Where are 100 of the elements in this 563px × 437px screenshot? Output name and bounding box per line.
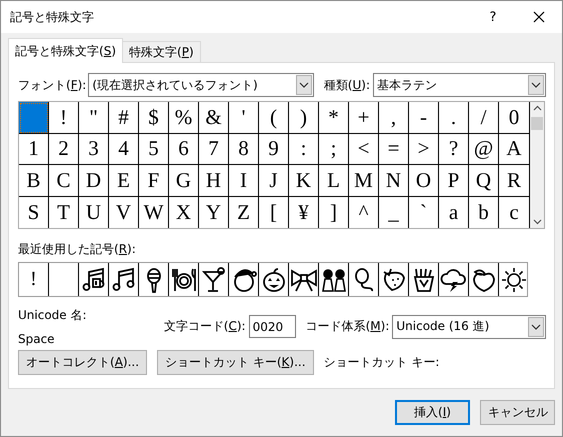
code-system-dropdown[interactable]: Unicode (16 進) <box>392 314 546 338</box>
symbol-cell[interactable]: 6 <box>169 134 199 165</box>
recent-symbol-cell[interactable] <box>169 263 199 296</box>
action-button[interactable]: オートコレクト(A)... <box>18 350 148 375</box>
symbol-cell[interactable]: % <box>169 102 199 134</box>
symbol-cell[interactable]: c <box>499 196 529 228</box>
recent-symbol-cell[interactable]: ! <box>19 263 49 296</box>
symbol-cell[interactable]: ; <box>319 134 349 165</box>
action-button[interactable]: ショートカット キー(K)... <box>157 350 314 375</box>
symbol-cell[interactable]: ( <box>259 102 289 134</box>
symbol-cell[interactable]: _ <box>379 196 409 228</box>
symbol-cell[interactable]: U <box>79 196 109 228</box>
dropdown-button[interactable] <box>296 75 312 95</box>
recent-symbol-cell[interactable] <box>199 263 229 296</box>
symbol-cell[interactable]: ? <box>439 134 469 165</box>
symbol-cell[interactable]: S <box>19 196 49 228</box>
dialog-button[interactable]: キャンセル <box>480 400 555 425</box>
symbol-cell[interactable]: X <box>169 196 199 228</box>
symbol-cell[interactable]: ` <box>409 196 439 228</box>
scrollbar[interactable] <box>530 102 544 228</box>
symbol-cell[interactable]: . <box>439 102 469 134</box>
symbol-cell[interactable]: - <box>409 102 439 134</box>
symbol-cell[interactable]: R <box>499 165 529 196</box>
strawberry-icon <box>380 266 406 292</box>
tab[interactable]: 記号と特殊文字(S) <box>8 38 123 63</box>
dropdown-button[interactable] <box>528 75 544 95</box>
symbol-cell[interactable]: C <box>49 165 79 196</box>
symbol-cell[interactable]: Z <box>229 196 259 228</box>
symbol-cell[interactable]: I <box>229 165 259 196</box>
symbol-cell[interactable]: W <box>139 196 169 228</box>
symbol-cell[interactable]: # <box>109 102 139 134</box>
char-code-label: 文字コード(C): <box>164 318 246 335</box>
symbol-cell[interactable]: & <box>199 102 229 134</box>
symbol-cell[interactable]: O <box>409 165 439 196</box>
symbol-cell[interactable]: ^ <box>349 196 379 228</box>
symbol-cell[interactable]: * <box>319 102 349 134</box>
symbol-cell[interactable]: > <box>409 134 439 165</box>
symbol-cell[interactable]: 5 <box>139 134 169 165</box>
symbol-cell[interactable]: V <box>109 196 139 228</box>
scroll-down-icon[interactable] <box>532 219 542 225</box>
symbol-cell[interactable]: ¥ <box>289 196 319 228</box>
scroll-up-icon[interactable] <box>532 105 542 111</box>
dropdown-button[interactable] <box>528 316 544 336</box>
symbol-cell[interactable]: Y <box>199 196 229 228</box>
symbol-cell[interactable]: 0 <box>499 102 529 134</box>
symbol-cell[interactable]: 2 <box>49 134 79 165</box>
symbol-cell[interactable]: b <box>469 196 499 228</box>
help-button[interactable]: ? <box>470 1 516 33</box>
symbol-cell[interactable]: + <box>349 102 379 134</box>
symbol-cell[interactable]: L <box>319 165 349 196</box>
symbol-cell[interactable]: a <box>439 196 469 228</box>
symbol-cell[interactable]: K <box>289 165 319 196</box>
symbol-cell[interactable]: A <box>499 134 529 165</box>
symbol-cell[interactable]: : <box>289 134 319 165</box>
symbol-cell[interactable]: Q <box>469 165 499 196</box>
symbol-cell[interactable]: P <box>439 165 469 196</box>
cocktail-glass-icon <box>202 266 226 292</box>
symbol-cell[interactable]: ) <box>289 102 319 134</box>
fries-icon <box>412 266 436 292</box>
dolls-icon <box>320 266 346 292</box>
close-icon <box>533 11 545 23</box>
symbol-cell[interactable]: 3 <box>79 134 109 165</box>
symbol-cell[interactable]: ! <box>49 102 79 134</box>
font-value: (現在選択されているフォント) <box>91 76 259 94</box>
symbol-cell[interactable]: ] <box>319 196 349 228</box>
font-dropdown[interactable]: (現在選択されているフォント) <box>88 73 314 97</box>
symbol-cell[interactable]: E <box>109 165 139 196</box>
symbol-cell[interactable]: 9 <box>259 134 289 165</box>
tab[interactable]: 特殊文字(P) <box>122 41 201 62</box>
recent-symbol-cell[interactable] <box>439 263 469 296</box>
symbol-cell[interactable]: 4 <box>109 134 139 165</box>
symbol-cell[interactable]: @ <box>469 134 499 165</box>
symbol-cell[interactable]: B <box>19 165 49 196</box>
symbol-cell[interactable]: 8 <box>229 134 259 165</box>
sun-icon <box>501 266 527 292</box>
symbol-cell[interactable]: , <box>379 102 409 134</box>
char-code-field[interactable]: 0020 <box>248 315 296 338</box>
recent-symbol-cell[interactable] <box>319 263 349 296</box>
symbol-cell[interactable]: [ <box>259 196 289 228</box>
symbol-cell[interactable]: 7 <box>199 134 229 165</box>
symbol-cell[interactable]: = <box>379 134 409 165</box>
symbol-cell[interactable]: ' <box>229 102 259 134</box>
symbol-cell[interactable]: F <box>139 165 169 196</box>
scroll-thumb[interactable] <box>531 117 543 130</box>
symbol-cell[interactable]: < <box>349 134 379 165</box>
symbol-cell[interactable]: H <box>199 165 229 196</box>
subset-dropdown[interactable]: 基本ラテン <box>373 73 546 97</box>
symbol-cell[interactable]: M <box>349 165 379 196</box>
symbol-cell[interactable]: G <box>169 165 199 196</box>
symbol-cell[interactable]: " <box>79 102 109 134</box>
dialog-button[interactable]: 挿入(I) <box>395 400 470 425</box>
recent-symbol-cell[interactable] <box>289 263 319 296</box>
symbol-cell[interactable]: / <box>469 102 499 134</box>
symbol-cell[interactable]: D <box>79 165 109 196</box>
symbol-cell[interactable]: 1 <box>19 134 49 165</box>
symbol-cell[interactable] <box>19 102 49 134</box>
symbol-cell[interactable]: T <box>49 196 79 228</box>
symbol-cell[interactable]: J <box>259 165 289 196</box>
symbol-cell[interactable]: N <box>379 165 409 196</box>
symbol-cell[interactable]: $ <box>139 102 169 134</box>
